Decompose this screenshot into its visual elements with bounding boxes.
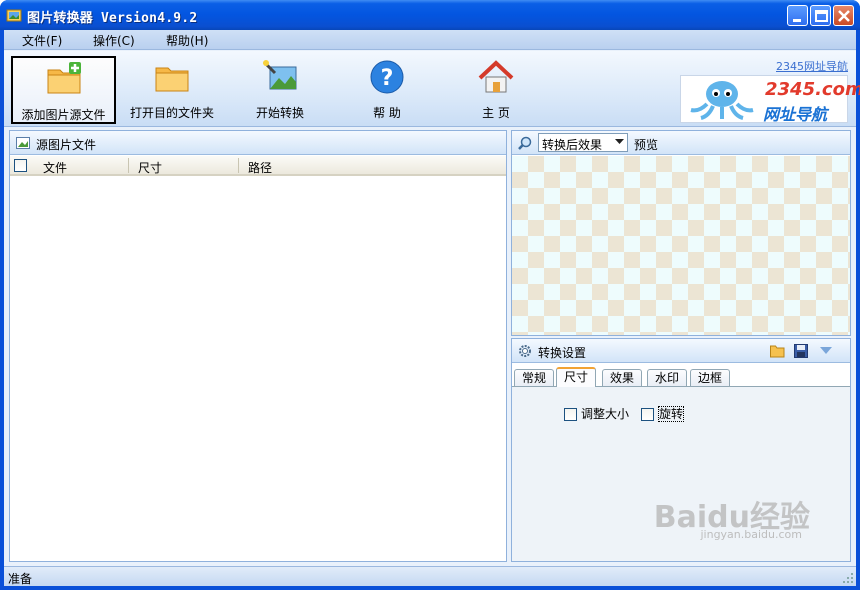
preview-label: 预览 [634, 138, 659, 152]
magnifier-icon [518, 136, 532, 150]
file-list-header: 文件 尺寸 路径 [10, 156, 506, 176]
start-convert-label: 开始转换 [255, 106, 304, 120]
ad-domain: 2345.com [765, 79, 860, 100]
home-icon [478, 60, 514, 93]
home-label: 主 页 [482, 106, 510, 120]
menu-bar: 文件(F) 操作(C) 帮助(H) [4, 30, 856, 50]
help-label: 帮 助 [373, 106, 401, 120]
column-divider[interactable] [238, 158, 239, 173]
minimize-button[interactable] [787, 5, 808, 26]
start-convert-button[interactable]: 开始转换 [240, 56, 320, 124]
select-all-checkbox[interactable] [14, 159, 27, 172]
tab-size[interactable]: 尺寸 [556, 367, 597, 387]
column-file[interactable]: 文件 [43, 159, 67, 176]
gear-icon [519, 345, 531, 357]
baidu-watermark-url: jingyan.baidu.com [700, 528, 802, 541]
menu-help[interactable]: 帮助(H) [166, 32, 208, 49]
image-icon [16, 137, 30, 149]
ad-slogan: 网址导航 [763, 105, 828, 124]
ad-banner[interactable]: 2345.com 网址导航 [680, 75, 860, 124]
window-title: 图片转换器 Version4.9.2 [27, 11, 198, 26]
status-text: 准备 [8, 572, 33, 586]
close-button[interactable] [833, 5, 854, 26]
magic-wand-image-icon [262, 60, 297, 90]
maximize-button[interactable] [810, 5, 831, 26]
save-icon[interactable] [794, 344, 808, 358]
rotate-label: 旋转 [658, 406, 685, 422]
tab-watermark[interactable]: 水印 [647, 369, 688, 387]
open-destination-button[interactable]: 打开目的文件夹 [122, 56, 222, 124]
preview-panel-header: 转换后效果 预览 [512, 131, 850, 155]
tab-border[interactable]: 边框 [690, 369, 731, 387]
open-folder-icon[interactable] [770, 344, 785, 358]
preview-mode-value: 转换后效果 [542, 138, 603, 152]
add-source-label: 添加图片源文件 [21, 108, 106, 122]
status-bar: 准备 [4, 566, 856, 586]
add-folder-icon [47, 62, 81, 94]
close-icon [838, 10, 850, 22]
rotate-option[interactable]: 旋转 [641, 405, 685, 422]
add-source-button[interactable]: 添加图片源文件 [11, 56, 116, 124]
settings-tabs: 常规 尺寸 效果 水印 边框 [512, 367, 850, 387]
tab-general[interactable]: 常规 [514, 369, 555, 387]
resize-grip-icon[interactable] [842, 572, 854, 584]
tab-effect[interactable]: 效果 [602, 369, 643, 387]
octopus-logo-icon [690, 81, 754, 120]
preview-canvas [512, 156, 850, 335]
open-destination-label: 打开目的文件夹 [129, 106, 214, 120]
minimize-icon [793, 19, 801, 22]
resize-checkbox[interactable] [564, 408, 577, 421]
settings-panel-title: 转换设置 [538, 346, 587, 360]
rotate-checkbox[interactable] [641, 408, 654, 421]
app-icon [6, 9, 22, 22]
help-icon: ? [370, 60, 404, 94]
home-button[interactable]: 主 页 [456, 56, 536, 124]
settings-panel-header: 转换设置 [512, 339, 850, 363]
menu-file[interactable]: 文件(F) [22, 32, 62, 49]
nav-link-2345[interactable]: 2345网址导航 [776, 58, 848, 74]
file-list[interactable] [10, 178, 506, 561]
resize-label: 调整大小 [581, 407, 630, 421]
resize-option[interactable]: 调整大小 [564, 405, 629, 422]
maximize-icon [815, 10, 828, 22]
toolbar: 添加图片源文件 打开目的文件夹 开始转换 ? 帮 助 主 页 2345网址导航 … [4, 51, 860, 127]
source-panel-title: 源图片文件 [36, 138, 97, 152]
preview-panel: 转换后效果 预览 [511, 130, 851, 336]
preview-mode-select[interactable]: 转换后效果 [538, 133, 628, 152]
source-panel-header: 源图片文件 [10, 131, 506, 155]
column-path[interactable]: 路径 [248, 159, 272, 176]
help-button[interactable]: ? 帮 助 [347, 56, 427, 124]
source-panel: 源图片文件 文件 尺寸 路径 [9, 130, 507, 562]
folder-icon [155, 67, 189, 92]
menu-operate[interactable]: 操作(C) [93, 32, 135, 49]
chevron-down-icon [615, 139, 624, 144]
title-bar[interactable]: 图片转换器 Version4.9.2 [0, 0, 860, 30]
column-divider[interactable] [128, 158, 129, 173]
column-size[interactable]: 尺寸 [138, 159, 162, 176]
collapse-arrow-icon[interactable] [819, 346, 833, 356]
svg-text:?: ? [381, 66, 394, 91]
